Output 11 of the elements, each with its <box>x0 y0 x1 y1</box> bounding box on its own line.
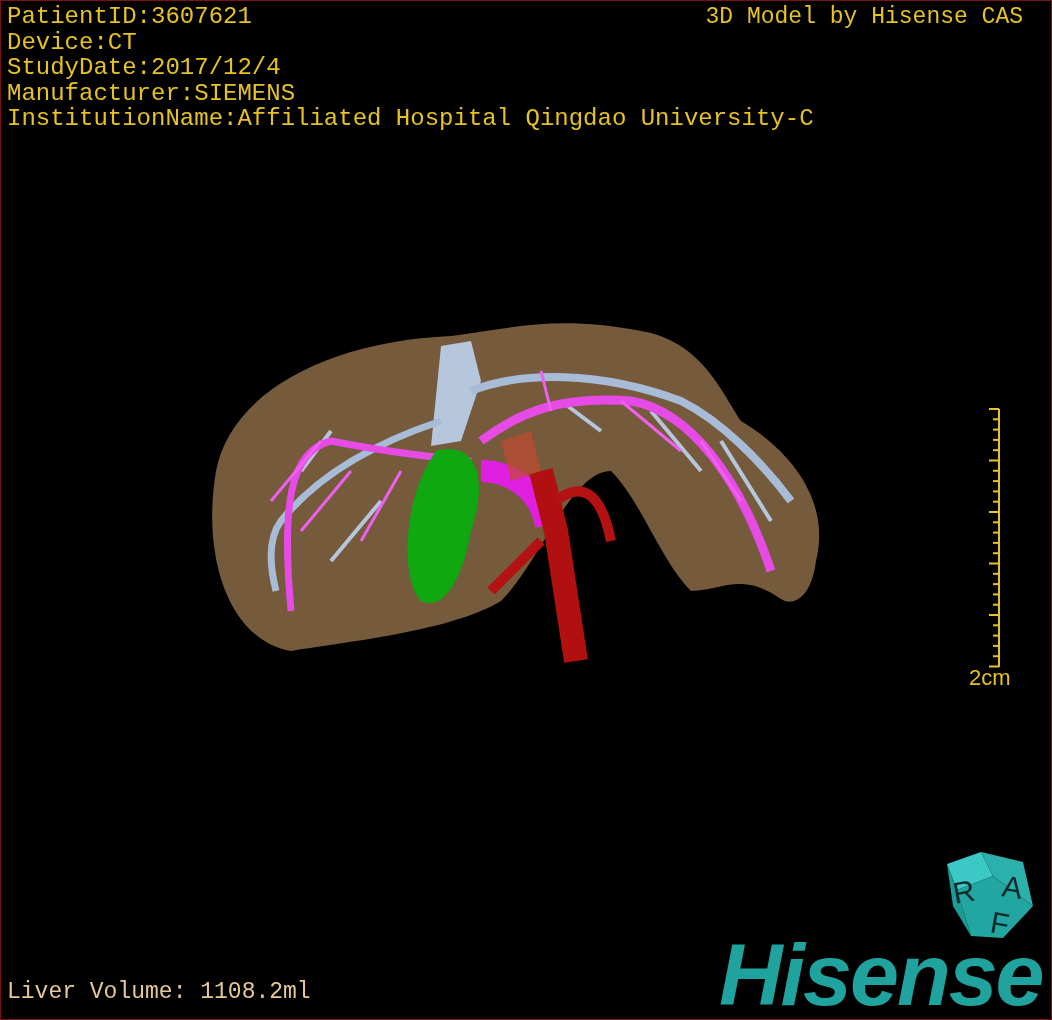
study-info-text: PatientID:3607621 <box>7 4 252 30</box>
orientation-letter: A <box>1000 869 1025 905</box>
orientation-letter: F <box>987 905 1012 941</box>
study-info-text: Device:CT <box>7 29 137 55</box>
study-info-text: StudyDate:2017/12/4 <box>7 55 281 81</box>
liver-volume-text: Liver Volume: 1108.2ml <box>7 978 311 1006</box>
scale-label: 2cm <box>969 665 1011 691</box>
study-info-text: InstitutionName:Affiliated Hospital Qingdao University-C <box>7 106 814 132</box>
orientation-letter: R <box>950 873 978 910</box>
study-info-text: Manufacturer:SIEMENS <box>7 80 296 106</box>
model-credit-text: 3D Model by Hisense CAS <box>705 4 1023 30</box>
